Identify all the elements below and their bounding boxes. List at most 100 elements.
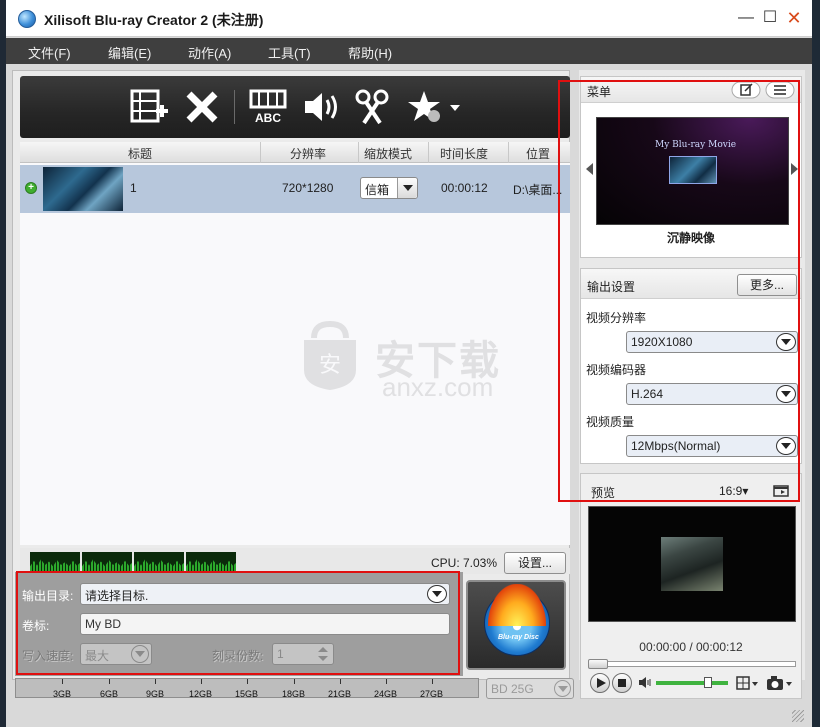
column-divider: [260, 142, 261, 163]
window-title: Xilisoft Blu-ray Creator 2 (未注册): [44, 12, 264, 28]
ruler-tick: [155, 679, 156, 684]
column-duration[interactable]: 时间长度: [440, 145, 488, 162]
play-icon: [597, 678, 606, 688]
add-file-icon[interactable]: [130, 89, 170, 125]
capacity-ruler: 3GB 6GB 9GB 12GB 15GB 18GB 21GB 24GB 27G…: [15, 678, 479, 699]
copies-label: 刻录份数:: [212, 649, 264, 663]
column-resolution[interactable]: 分辨率: [290, 145, 326, 162]
disc-type-value: BD 25G: [491, 682, 534, 696]
chevron-down-icon[interactable]: [131, 645, 149, 663]
cpu-meter: [134, 552, 184, 572]
menu-panel-title: 菜单: [587, 85, 612, 99]
list-icon[interactable]: [765, 81, 795, 99]
burn-button[interactable]: Blu-ray Disc: [466, 580, 566, 670]
camera-icon[interactable]: [766, 675, 794, 691]
video-thumbnail: [43, 167, 123, 211]
row-duration: 00:00:12: [441, 181, 488, 195]
chevron-down-icon[interactable]: [776, 437, 796, 455]
disc-type-select[interactable]: BD 25G: [486, 678, 574, 699]
preview-player[interactable]: [588, 506, 796, 622]
file-list-header: 标题 分辨率 缩放模式 时间长度 位置: [20, 142, 570, 163]
bluray-logo: Blu-ray Disc: [498, 634, 539, 641]
chevron-down-icon[interactable]: [427, 585, 447, 603]
subtitle-icon[interactable]: ABC: [248, 89, 288, 125]
output-dir-select[interactable]: 请选择目标.: [80, 583, 450, 605]
play-button[interactable]: [590, 673, 610, 693]
close-icon[interactable]: ✕: [784, 9, 804, 27]
more-button[interactable]: 更多...: [737, 274, 797, 296]
menu-bar: 文件(F) 编辑(E) 动作(A) 工具(T) 帮助(H): [6, 38, 812, 64]
next-arrow-icon[interactable]: [791, 163, 798, 175]
output-dir-label: 输出目录:: [22, 589, 74, 603]
cpu-usage: CPU: 7.03%: [431, 556, 498, 570]
svg-text:ABC: ABC: [255, 111, 281, 125]
cpu-meter: [186, 552, 236, 572]
chevron-down-icon[interactable]: [776, 385, 796, 403]
write-speed-select[interactable]: 最大: [80, 643, 152, 665]
resolution-select[interactable]: 1920X1080: [626, 331, 798, 353]
app-logo-icon: [18, 10, 36, 28]
menu-template-name: 沉静映像: [666, 231, 715, 245]
volume-slider[interactable]: [656, 681, 728, 685]
column-divider: [508, 142, 509, 163]
preview-title: 预览: [591, 486, 616, 500]
flame-icon: [488, 584, 546, 626]
settings-button[interactable]: 设置...: [504, 552, 566, 574]
ruler-label: 18GB: [282, 689, 306, 699]
stop-button[interactable]: [612, 673, 632, 693]
clip-icon[interactable]: [354, 89, 390, 125]
column-zoom-mode[interactable]: 缩放模式: [364, 145, 412, 162]
volume-handle[interactable]: [704, 677, 712, 688]
codec-select[interactable]: H.264: [626, 383, 798, 405]
menu-template-preview[interactable]: My Blu-ray Movie: [596, 117, 789, 225]
preview-frame: [661, 537, 723, 591]
edit-icon[interactable]: [731, 81, 761, 99]
cpu-meter: [30, 552, 80, 572]
minimize-icon[interactable]: —: [736, 9, 756, 27]
menu-tools[interactable]: 工具(T): [268, 43, 311, 62]
maximize-icon[interactable]: ☐: [760, 9, 780, 27]
chevron-down-icon[interactable]: [554, 680, 571, 697]
stepper-arrows-icon[interactable]: [315, 645, 331, 663]
quality-label: 视频质量: [586, 415, 635, 429]
menu-help[interactable]: 帮助(H): [348, 43, 392, 62]
chevron-down-icon[interactable]: [776, 333, 796, 351]
expand-icon[interactable]: +: [25, 182, 37, 194]
chevron-down-icon[interactable]: [397, 178, 417, 198]
prev-arrow-icon[interactable]: [586, 163, 593, 175]
volume-value: My BD: [85, 617, 121, 631]
codec-value: H.264: [631, 387, 664, 401]
delete-icon[interactable]: [184, 89, 220, 125]
ruler-tick: [340, 679, 341, 684]
detach-preview-icon[interactable]: [773, 484, 789, 498]
effects-icon[interactable]: [406, 89, 462, 125]
ruler-label: 3GB: [53, 689, 72, 699]
audio-icon[interactable]: [302, 89, 340, 125]
column-title[interactable]: 标题: [128, 145, 152, 162]
seek-bar[interactable]: [588, 661, 796, 667]
column-divider: [358, 142, 359, 163]
playback-time: 00:00:00 / 00:00:12: [639, 640, 743, 654]
menu-action[interactable]: 动作(A): [188, 43, 231, 62]
copies-stepper[interactable]: 1: [272, 643, 334, 665]
aspect-ratio-select[interactable]: 16:9▾: [719, 484, 748, 498]
table-row[interactable]: + 1 720*1280 信箱 00:00:12 D:\桌面...: [20, 165, 570, 213]
resize-grip-icon[interactable]: [792, 710, 804, 722]
menu-file[interactable]: 文件(F): [28, 43, 71, 62]
ruler-label: 6GB: [100, 689, 119, 699]
zoom-mode-value: 信箱: [365, 183, 390, 197]
volume-icon[interactable]: [638, 676, 652, 689]
ruler-label: 12GB: [189, 689, 213, 699]
column-location[interactable]: 位置: [526, 145, 550, 162]
ruler-label: 27GB: [420, 689, 444, 699]
quality-select[interactable]: 12Mbps(Normal): [626, 435, 798, 457]
output-settings-header: 输出设置 更多...: [581, 269, 801, 299]
output-settings-title: 输出设置: [587, 280, 636, 294]
aspect-menu-icon[interactable]: [736, 675, 760, 691]
zoom-mode-select[interactable]: 信箱: [360, 177, 418, 199]
ruler-tick: [432, 679, 433, 684]
seek-handle[interactable]: [588, 659, 608, 669]
volume-input[interactable]: My BD: [80, 613, 450, 635]
ruler-tick: [109, 679, 110, 684]
menu-edit[interactable]: 编辑(E): [108, 43, 151, 62]
